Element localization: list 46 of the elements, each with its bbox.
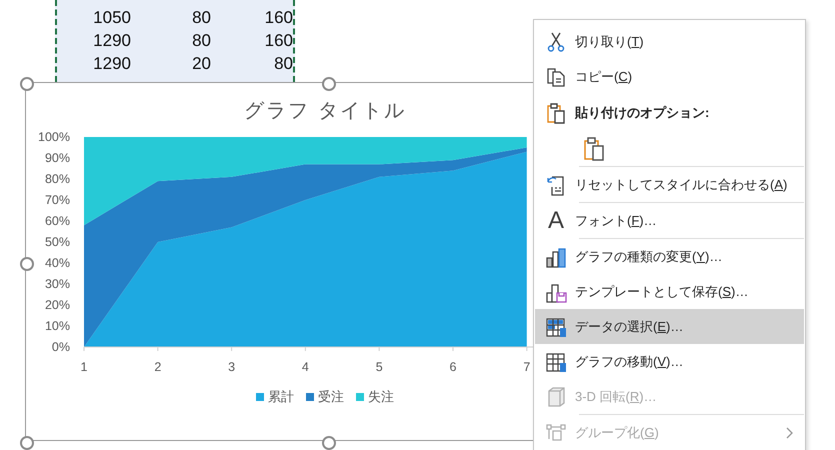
axis-label: 4 xyxy=(302,360,309,374)
legend-item: 失注 xyxy=(356,388,394,406)
axis-label: 5 xyxy=(376,360,383,374)
table-cell-text: 20 xyxy=(191,54,212,74)
table-icon xyxy=(545,350,567,372)
axis-label: 7 xyxy=(523,360,530,374)
group-icon xyxy=(545,422,567,444)
table-cell-text: 160 xyxy=(264,30,294,50)
resize-handle[interactable] xyxy=(20,436,34,450)
font-icon: A xyxy=(545,210,567,232)
legend-item: 累計 xyxy=(256,388,294,406)
resize-handle[interactable] xyxy=(20,257,34,271)
table-icon xyxy=(545,316,567,338)
axis-label: 40% xyxy=(44,256,70,270)
axis-label: 30% xyxy=(44,277,70,291)
table-cell-text: 1290 xyxy=(92,54,132,74)
axis-label: 100% xyxy=(38,130,70,144)
axis-label: 0% xyxy=(52,340,70,354)
copy-icon xyxy=(545,66,567,88)
resize-handle[interactable] xyxy=(322,436,336,450)
table-cell-text: 80 xyxy=(191,8,212,28)
menu-item[interactable]: データの選択(E)… xyxy=(535,309,804,344)
axis-label: 80% xyxy=(44,172,70,186)
legend-item: 受注 xyxy=(306,388,344,406)
axis-label: 50% xyxy=(44,235,70,249)
axis-label: 60% xyxy=(44,214,70,228)
axis-label: 70% xyxy=(44,193,70,207)
axis-label: 1 xyxy=(80,360,88,374)
resize-handle[interactable] xyxy=(322,77,336,91)
chart-title: グラフ タイトル xyxy=(244,99,406,124)
scissors-icon xyxy=(545,30,567,52)
axis-label: 90% xyxy=(44,151,70,165)
table-cell-text: 1290 xyxy=(92,30,132,50)
resize-handle[interactable] xyxy=(20,77,34,91)
paste-icon xyxy=(545,102,567,124)
table-cell-text: 160 xyxy=(264,8,294,28)
menu-item[interactable]: 切り取り(T) xyxy=(535,24,804,59)
axis-label: 3 xyxy=(228,360,236,374)
axis-label: 2 xyxy=(154,360,162,374)
axis-label: 10% xyxy=(44,319,70,333)
table-cell-text: 80 xyxy=(191,30,212,50)
axis-label: 20% xyxy=(44,298,70,312)
table-cell-text: 1050 xyxy=(92,8,132,28)
table-cell-text: 80 xyxy=(273,54,294,74)
axis-label: 6 xyxy=(450,360,456,374)
bar-chart-icon xyxy=(545,246,567,268)
